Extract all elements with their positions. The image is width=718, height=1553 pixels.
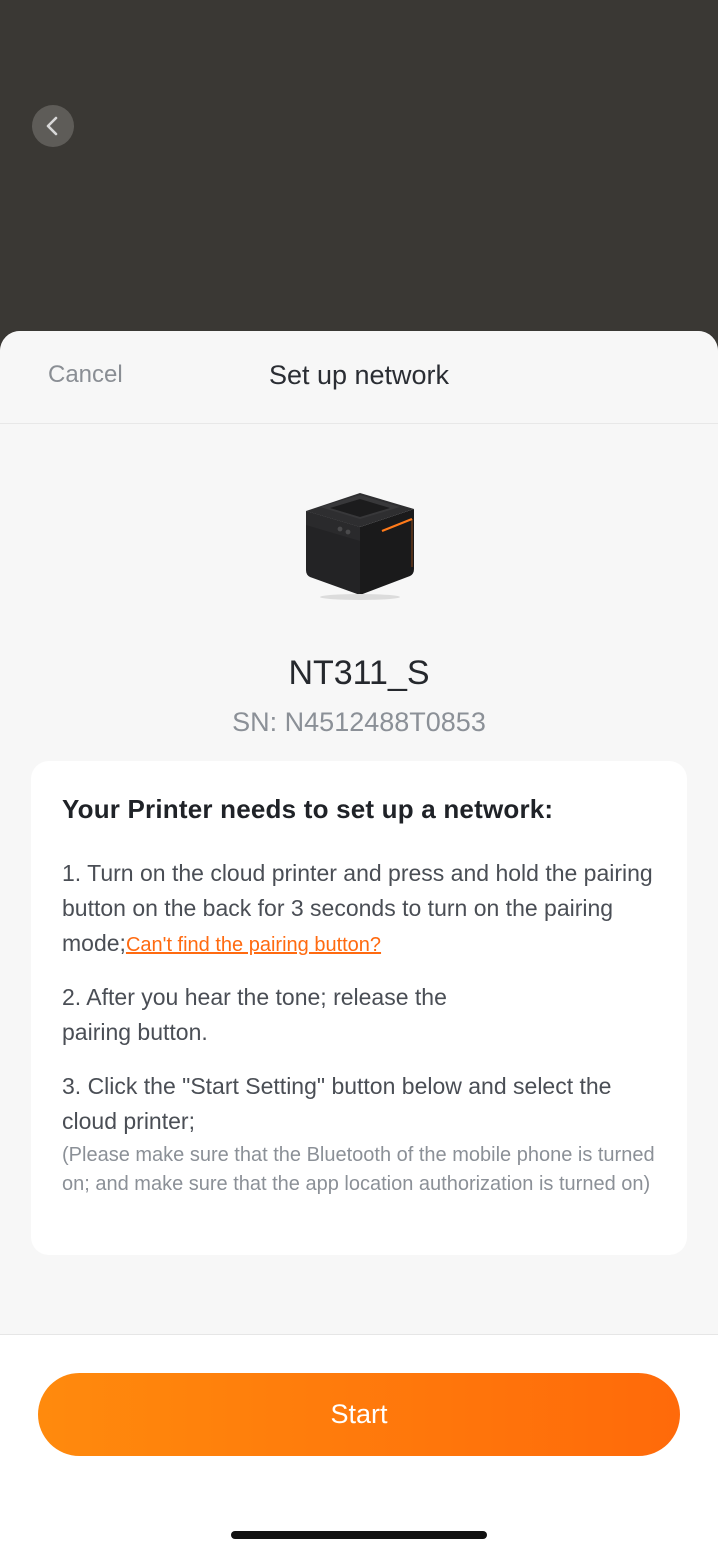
pairing-button-help-link[interactable]: Can't find the pairing button? [126,934,381,956]
start-button[interactable]: Start [38,1373,680,1456]
footer: Start [0,1334,718,1553]
printer-icon [306,493,414,600]
step-2: 2. After you hear the tone; release the … [62,984,447,1045]
chevron-left-icon [46,116,58,136]
permissions-note: (Please make sure that the Bluetooth of … [62,1144,655,1195]
serial-number: SN: N4512488T0853 [232,707,486,737]
page-title: Set up network [268,360,450,390]
instructions-title: Your Printer needs to set up a network: [62,794,554,824]
device-name: NT311_S [288,654,430,692]
back-button[interactable] [32,105,74,147]
step-1: 1. Turn on the cloud printer and press a… [62,856,662,963]
step-3: 3. Click the "Start Setting" button belo… [62,1073,612,1134]
backdrop [0,0,718,340]
setup-sheet: Cancel Set up network NT311_S SN: N45124… [0,331,718,1553]
instructions-card: Your Printer needs to set up a network: … [31,761,687,1255]
sheet-header: Cancel Set up network [0,331,718,424]
home-indicator [231,1531,487,1539]
